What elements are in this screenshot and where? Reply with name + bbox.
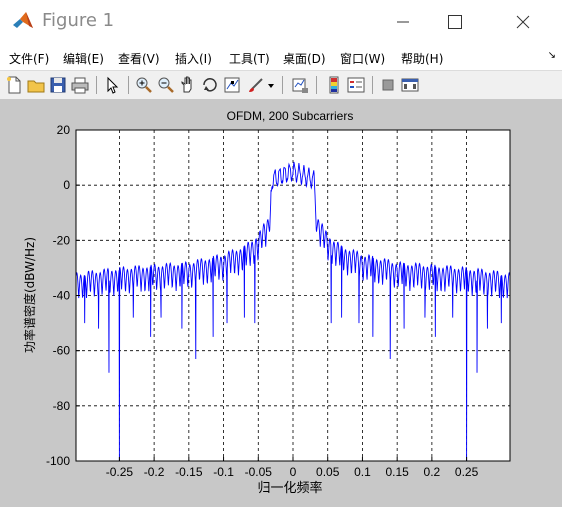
menu-tools[interactable]: 工具(T)	[229, 50, 270, 67]
chart-title: OFDM, 200 Subcarriers	[227, 109, 354, 123]
y-axis-label: 功率谱密度(dBW/Hz)	[22, 237, 37, 353]
save-icon[interactable]	[48, 75, 68, 95]
x-tick-label: 0.1	[354, 465, 371, 479]
toolbar-separator	[372, 76, 373, 94]
link-plot-icon[interactable]	[290, 75, 310, 95]
toolbar-separator	[128, 76, 129, 94]
legend-icon[interactable]	[346, 75, 366, 95]
hide-plot-tools-icon[interactable]	[378, 75, 398, 95]
y-tick-label: 0	[63, 178, 70, 192]
zoom-out-icon[interactable]	[156, 75, 176, 95]
print-icon[interactable]	[70, 75, 90, 95]
toolbar-separator	[316, 76, 317, 94]
zoom-in-icon[interactable]	[134, 75, 154, 95]
x-tick-label: 0.25	[455, 465, 479, 479]
x-tick-label: 0.15	[385, 465, 409, 479]
y-tick-label: 20	[57, 123, 71, 137]
x-tick-label: -0.1	[213, 465, 234, 479]
menu-insert[interactable]: 插入(I)	[175, 50, 212, 67]
menu-file[interactable]: 文件(F)	[9, 50, 49, 67]
x-axis-label: 归一化频率	[257, 480, 322, 496]
figure-canvas: OFDM, 200 Subcarriers -0.25 -0.2 -0.15 -0.1…	[0, 99, 562, 507]
minimize-icon	[397, 21, 409, 23]
y-tick-label: -40	[53, 289, 71, 303]
x-tick-label: -0.15	[175, 465, 203, 479]
data-cursor-icon[interactable]	[222, 75, 242, 95]
close-button[interactable]	[500, 6, 546, 38]
matlab-logo-icon	[13, 12, 33, 28]
menu-edit[interactable]: 编辑(E)	[63, 50, 104, 67]
figure-toolbar	[0, 70, 562, 100]
x-tick-label: -0.05	[245, 465, 273, 479]
menu-desktop[interactable]: 桌面(D)	[283, 50, 326, 67]
title-bar: Figure 1	[0, 0, 562, 44]
plot-svg: OFDM, 200 Subcarriers -0.25 -0.2 -0.15 -0.1…	[22, 109, 511, 496]
menu-help[interactable]: 帮助(H)	[401, 50, 443, 67]
minimize-button[interactable]	[380, 6, 426, 38]
x-tick-label: -0.25	[106, 465, 134, 479]
toolbar-separator	[96, 76, 97, 94]
rotate-3d-icon[interactable]	[200, 75, 220, 95]
y-tick-label: -20	[53, 233, 71, 247]
new-figure-icon[interactable]	[4, 75, 24, 95]
open-file-icon[interactable]	[26, 75, 46, 95]
brush-icon[interactable]	[246, 75, 266, 95]
maximize-button[interactable]	[432, 6, 478, 38]
close-icon	[516, 15, 530, 29]
y-tick-label: -100	[46, 454, 70, 468]
menu-window[interactable]: 窗口(W)	[340, 50, 385, 67]
pan-icon[interactable]	[178, 75, 198, 95]
chevron-down-icon[interactable]	[266, 75, 276, 95]
toolbar-separator	[282, 76, 283, 94]
y-tick-labels: -100 -80 -60 -40 -20 0 20	[46, 123, 80, 468]
x-tick-label: -0.2	[144, 465, 165, 479]
pointer-icon[interactable]	[102, 75, 122, 95]
colorbar-icon[interactable]	[324, 75, 344, 95]
show-plot-tools-icon[interactable]	[400, 75, 420, 95]
dock-arrow-icon[interactable]: ↘	[548, 50, 556, 61]
x-tick-label: 0.05	[316, 465, 340, 479]
maximize-icon	[448, 15, 462, 29]
y-tick-label: -60	[53, 344, 71, 358]
x-tick-label: 0.2	[424, 465, 441, 479]
window-title: Figure 1	[42, 10, 115, 31]
menu-bar: 文件(F) 编辑(E) 查看(V) 插入(I) 工具(T) 桌面(D) 窗口(W…	[0, 46, 562, 68]
y-tick-label: -80	[53, 399, 71, 413]
x-tick-label: 0	[290, 465, 297, 479]
menu-view[interactable]: 查看(V)	[118, 50, 160, 67]
